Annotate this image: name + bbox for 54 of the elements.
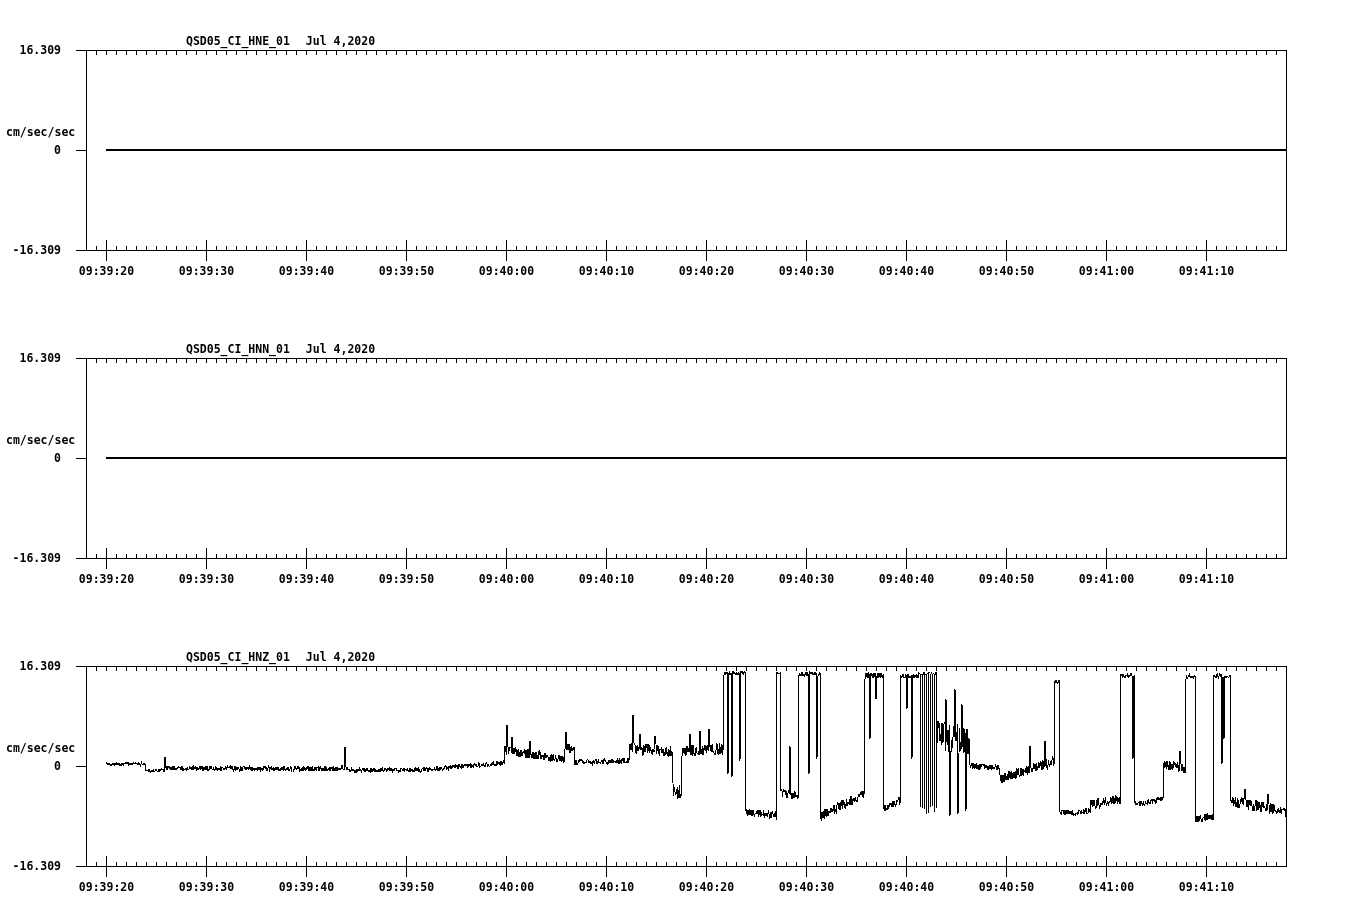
y-tick-label: 0: [54, 759, 61, 773]
x-tick-label: 09:39:30: [178, 264, 235, 278]
y-axis-title: cm/sec/sec: [6, 125, 76, 139]
x-tick-label: 09:41:00: [1078, 572, 1135, 586]
x-tick-label: 09:39:50: [378, 264, 435, 278]
x-tick-label: 09:41:10: [1178, 572, 1235, 586]
x-tick-label: 09:40:30: [778, 264, 835, 278]
x-tick-label: 09:40:20: [678, 264, 735, 278]
x-tick-label: 09:41:00: [1078, 880, 1135, 894]
x-tick-label: 09:39:50: [378, 880, 435, 894]
x-tick-label: 09:40:30: [778, 572, 835, 586]
chart-title: QSD05_CI_HNZ_01: [186, 651, 290, 663]
date-label: Jul 4,2020: [305, 343, 376, 355]
x-tick-label: 09:39:30: [178, 880, 235, 894]
chart-title: QSD05_CI_HNE_01: [186, 35, 290, 47]
x-tick-label: 09:40:30: [778, 880, 835, 894]
x-tick-label: 09:40:50: [978, 572, 1035, 586]
y-tick-label: -16.309: [12, 859, 61, 873]
x-tick-label: 09:39:30: [178, 572, 235, 586]
x-tick-label: 09:40:00: [478, 264, 535, 278]
x-tick-label: 09:40:10: [578, 880, 635, 894]
x-tick-label: 09:40:00: [478, 880, 535, 894]
x-tick-label: 09:39:20: [78, 264, 135, 278]
chart-title: QSD05_CI_HNN_01: [186, 343, 290, 355]
x-tick-label: 09:41:10: [1178, 264, 1235, 278]
y-tick-label: 16.309: [19, 351, 61, 365]
x-tick-label: 09:39:40: [278, 880, 335, 894]
x-tick-label: 09:40:10: [578, 572, 635, 586]
y-tick-label: -16.309: [12, 551, 61, 565]
x-tick-label: 09:40:10: [578, 264, 635, 278]
y-tick-label: 0: [54, 451, 61, 465]
x-tick-label: 09:39:40: [278, 572, 335, 586]
x-tick-label: 09:40:20: [678, 880, 735, 894]
x-tick-label: 09:39:40: [278, 264, 335, 278]
x-tick-label: 09:40:40: [878, 880, 935, 894]
y-tick-label: -16.309: [12, 243, 61, 257]
y-axis-title: cm/sec/sec: [6, 741, 76, 755]
x-tick-label: 09:40:40: [878, 264, 935, 278]
y-tick-label: 16.309: [19, 659, 61, 673]
date-label: Jul 4,2020: [305, 35, 376, 47]
x-tick-label: 09:40:40: [878, 572, 935, 586]
x-tick-label: 09:39:50: [378, 572, 435, 586]
x-tick-label: 09:40:50: [978, 264, 1035, 278]
x-tick-label: 09:41:00: [1078, 264, 1135, 278]
x-tick-label: 09:40:00: [478, 572, 535, 586]
date-label: Jul 4,2020: [305, 651, 376, 663]
y-tick-label: 0: [54, 143, 61, 157]
x-tick-label: 09:39:20: [78, 572, 135, 586]
x-tick-label: 09:41:10: [1178, 880, 1235, 894]
y-axis-title: cm/sec/sec: [6, 433, 76, 447]
y-tick-label: 16.309: [19, 43, 61, 57]
x-tick-label: 09:40:50: [978, 880, 1035, 894]
x-tick-label: 09:39:20: [78, 880, 135, 894]
x-tick-label: 09:40:20: [678, 572, 735, 586]
